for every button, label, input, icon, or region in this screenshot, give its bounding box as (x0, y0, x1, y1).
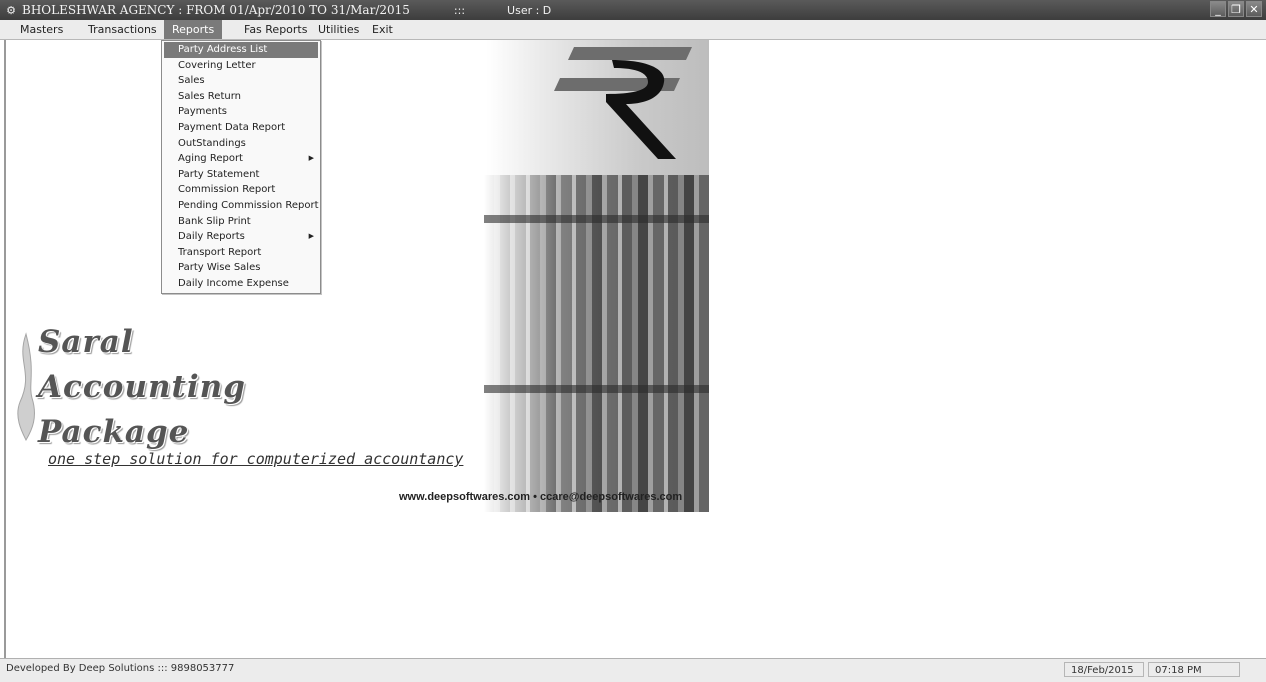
submenu-arrow-icon: ▶ (308, 232, 314, 241)
status-time: 07:18 PM (1148, 662, 1240, 677)
menu-item-party-address-list[interactable]: Party Address List (164, 42, 318, 58)
tagline: one step solution for computerized accou… (48, 450, 464, 468)
user-label: User : D (507, 3, 552, 17)
title-separator: ::: (453, 3, 466, 17)
menu-masters[interactable]: Masters (12, 20, 71, 39)
menu-item-label: Covering Letter (178, 59, 256, 71)
menu-exit[interactable]: Exit (364, 20, 401, 39)
menu-item-label: Sales Return (178, 90, 241, 102)
title-bar: ⚙ BHOLESHWAR AGENCY : FROM 01/Apr/2010 T… (0, 0, 1266, 20)
shelf-divider (484, 215, 709, 223)
brand-line: Package (38, 414, 190, 450)
menu-item-label: Pending Commission Report (178, 199, 319, 211)
menu-item-label: Party Wise Sales (178, 262, 261, 274)
menu-item-bank-slip-print[interactable]: Bank Slip Print (162, 214, 320, 230)
menu-item-label: Sales (178, 75, 205, 87)
menu-item-sales[interactable]: Sales (162, 73, 320, 89)
status-date: 18/Feb/2015 (1064, 662, 1144, 677)
menu-item-covering-letter[interactable]: Covering Letter (162, 58, 320, 74)
menu-label: Reports (172, 23, 215, 36)
menu-label: Exit (372, 23, 393, 36)
brand-line: Saral (38, 324, 134, 360)
bookshelf-image (484, 175, 709, 512)
brand-line: Accounting (38, 369, 246, 405)
menu-item-label: Daily Income Expense (178, 277, 289, 289)
menu-item-pending-commission-report[interactable]: Pending Commission Report (162, 198, 320, 214)
menu-item-label: Commission Report (178, 184, 276, 196)
menu-label: Fas Reports (244, 23, 308, 36)
developer-info: Developed By Deep Solutions ::: 98980537… (6, 663, 235, 674)
menu-transactions[interactable]: Transactions (80, 20, 165, 39)
menu-fas-reports[interactable]: Fas Reports (236, 20, 315, 39)
menu-reports[interactable]: Reports (164, 20, 223, 39)
menu-item-commission-report[interactable]: Commission Report (162, 182, 320, 198)
menu-item-daily-income-expense[interactable]: Daily Income Expense (162, 276, 320, 292)
menu-item-aging-report[interactable]: Aging Report ▶ (162, 151, 320, 167)
reports-dropdown: Party Address List Covering Letter Sales… (161, 40, 321, 294)
workspace-border (4, 40, 6, 658)
menu-utilities[interactable]: Utilities (310, 20, 367, 39)
menu-item-label: Aging Report (178, 153, 243, 165)
menu-item-sales-return[interactable]: Sales Return (162, 89, 320, 105)
menu-item-label: Bank Slip Print (178, 215, 251, 227)
menu-item-payments[interactable]: Payments (162, 104, 320, 120)
menu-item-label: Payments (178, 106, 227, 118)
restore-button[interactable]: ❐ (1228, 1, 1244, 17)
close-button[interactable]: ✕ (1246, 1, 1262, 17)
shelf-divider (484, 385, 709, 393)
menu-item-label: Party Statement (178, 168, 260, 180)
contact-info: www.deepsoftwares.com • ccare@deepsoftwa… (399, 491, 683, 503)
minimize-button[interactable]: _ (1210, 1, 1226, 17)
menu-item-party-statement[interactable]: Party Statement (162, 167, 320, 183)
menu-label: Utilities (318, 23, 360, 36)
submenu-arrow-icon: ▶ (308, 154, 314, 163)
menu-bar: Masters Transactions Reports Fas Reports… (0, 20, 1266, 40)
flame-icon (17, 332, 35, 442)
menu-item-outstandings[interactable]: OutStandings (162, 136, 320, 152)
menu-item-transport-report[interactable]: Transport Report (162, 245, 320, 261)
rupee-logo-icon (554, 47, 692, 159)
menu-item-label: Transport Report (178, 246, 262, 258)
menu-item-label: Party Address List (178, 44, 268, 55)
menu-item-label: OutStandings (178, 137, 246, 149)
window-controls: _ ❐ ✕ (1210, 1, 1262, 17)
splash-image: Saral Accounting Package one step soluti… (14, 40, 709, 512)
menu-label: Masters (20, 23, 64, 36)
status-bar: Developed By Deep Solutions ::: 98980537… (0, 658, 1266, 682)
window-title: BHOLESHWAR AGENCY : FROM 01/Apr/2010 TO … (22, 3, 410, 17)
menu-item-daily-reports[interactable]: Daily Reports ▶ (162, 229, 320, 245)
menu-item-payment-data-report[interactable]: Payment Data Report (162, 120, 320, 136)
menu-label: Transactions (88, 23, 157, 36)
app-icon[interactable]: ⚙ (3, 4, 19, 17)
menu-item-label: Daily Reports (178, 231, 245, 243)
brand-logo-text: Saral Accounting Package (38, 320, 246, 455)
menu-item-party-wise-sales[interactable]: Party Wise Sales (162, 260, 320, 276)
menu-item-label: Payment Data Report (178, 121, 286, 133)
